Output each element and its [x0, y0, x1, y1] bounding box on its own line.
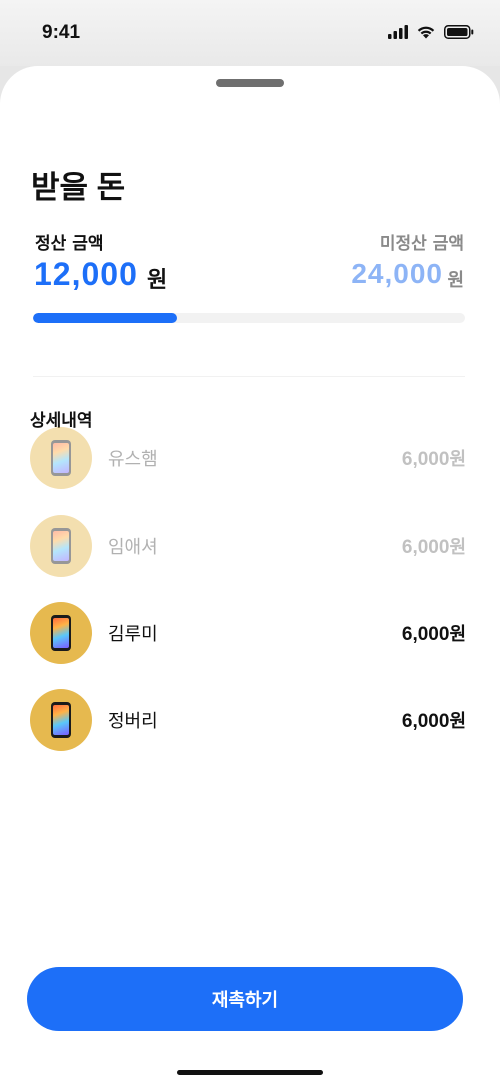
participant-name: 김루미: [108, 624, 158, 645]
participant-amount: 6,000원: [402, 445, 466, 471]
participant-amount: 6,000원: [402, 620, 466, 646]
cellular-signal-icon: [388, 25, 408, 39]
participant-amount-value: 6,000: [401, 449, 450, 470]
participant-row[interactable]: 유스햄 6,000원: [30, 427, 466, 489]
participant-row[interactable]: 김루미 6,000원: [30, 602, 466, 664]
settlement-progress-bar: [33, 313, 465, 323]
status-bar: 9:41: [0, 0, 500, 66]
phone-icon: [51, 615, 71, 651]
participant-amount: 6,000원: [402, 533, 466, 559]
participant-amount-value: 6,000: [401, 624, 450, 645]
avatar: [30, 689, 92, 751]
settled-amount: 12,000: [34, 256, 138, 292]
phone-icon: [51, 528, 71, 564]
participant-amount-unit: 원: [449, 624, 466, 645]
settlement-progress-fill: [33, 313, 177, 323]
participant-row[interactable]: 임애셔 6,000원: [30, 515, 466, 577]
avatar: [30, 427, 92, 489]
bottom-sheet: 받을 돈 정산 금액 12,000 원 미정산 금액 24,000 원 상세내역…: [0, 66, 500, 1082]
divider: [33, 376, 465, 377]
status-icons: [388, 25, 474, 39]
unsettled-unit: 원: [447, 270, 464, 291]
nudge-button[interactable]: 재촉하기: [27, 967, 463, 1031]
participant-amount: 6,000원: [402, 707, 466, 733]
participant-amount-unit: 원: [449, 711, 466, 732]
page-title: 받을 돈: [31, 170, 126, 205]
participant-amount-value: 6,000: [401, 537, 450, 558]
unsettled-amount: 24,000: [351, 258, 443, 289]
participant-amount-unit: 원: [449, 537, 466, 558]
avatar: [30, 515, 92, 577]
settled-label: 정산 금액: [35, 234, 104, 254]
status-time: 9:41: [42, 22, 81, 43]
participant-row[interactable]: 정버리 6,000원: [30, 689, 466, 751]
participant-amount-unit: 원: [449, 449, 466, 470]
avatar: [30, 602, 92, 664]
participant-name: 정버리: [108, 711, 158, 732]
battery-icon: [444, 25, 474, 39]
participant-name: 임애셔: [108, 537, 158, 558]
participant-name: 유스햄: [108, 449, 158, 470]
participant-amount-value: 6,000: [401, 711, 450, 732]
home-indicator: [177, 1070, 323, 1075]
unsettled-label: 미정산 금액: [379, 234, 464, 254]
sheet-grabber[interactable]: [216, 79, 284, 87]
settled-unit: 원: [147, 268, 168, 293]
phone-icon: [51, 702, 71, 738]
wifi-icon: [417, 26, 435, 39]
phone-icon: [51, 440, 71, 476]
